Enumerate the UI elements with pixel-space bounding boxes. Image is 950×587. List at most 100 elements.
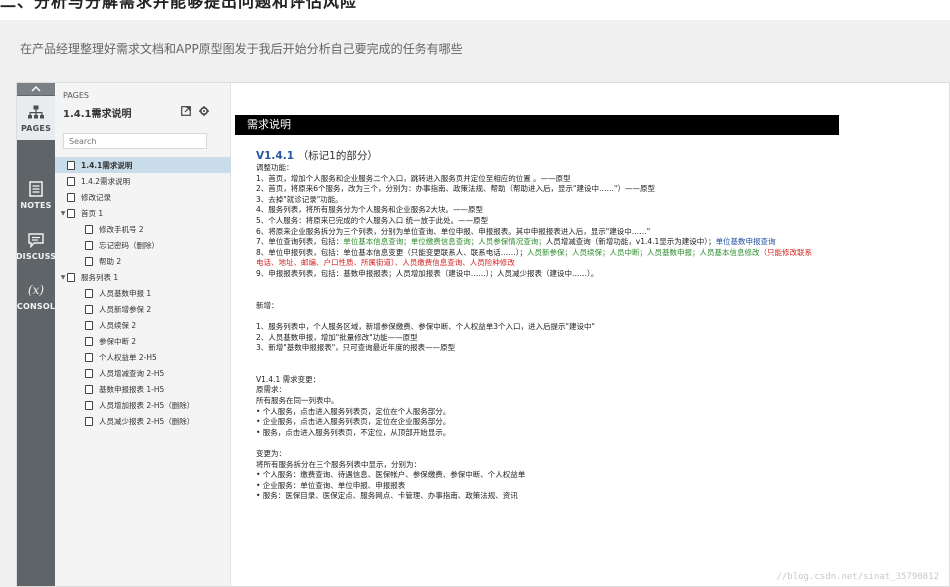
page-tree-item[interactable]: 参保中断 2 (55, 333, 231, 349)
pages-tab[interactable]: PAGES (17, 96, 55, 140)
discuss-tab[interactable]: DISCUSS (17, 224, 56, 268)
adjust-line: 5、个人服务：将原来已完成的个人服务入口 统一放于此处。——原型 (256, 215, 489, 225)
requirements-document: V1.4.1 （标记1的部分） 调整功能： 1、首页，增加个人服务和企业服务二个… (256, 149, 816, 502)
adjust-line: 4、服务列表，将所有服务分为个人服务和企业服务2大块。——原型 (256, 205, 484, 215)
left-icon-bar: PAGES NOTES DISCUSS (x) CONSOL (17, 83, 56, 586)
page-icon (85, 384, 93, 394)
watermark-text: //blog.csdn.net/sinat_35790812 (776, 572, 939, 582)
page-search-input[interactable] (63, 133, 207, 149)
change-line: • 个人服务，点击进入服务列表页，定位在个人服务部分。 (256, 406, 451, 416)
adjust-line: 2、首页，将原来6个服务，改为三个，分别为：办事指南、政策法规、帮助（帮助进入后… (256, 184, 655, 194)
change-line: 所有服务在同一列表中。 (256, 396, 339, 406)
chevron-up-icon[interactable] (17, 83, 55, 95)
change-line: • 企业服务，点击进入服务列表页，定位在企业服务部分。 (256, 417, 451, 427)
page-tree-label: 人员减少报表 2-H5（删除） (99, 416, 195, 426)
notes-icon (27, 180, 45, 198)
page-tree-item[interactable]: 人员续保 2 (55, 317, 231, 333)
adjust-line: 9、申报报表列表，包括：基数申报报表；人员增加报表（建设中……）；人员减少报表（… (256, 268, 599, 278)
page-tree-label: 人员基数申报 1 (99, 288, 152, 298)
adjust-line: 6、将原来企业服务拆分为三个列表，分别为单位查询、单位申报、申报报表。其中申报报… (256, 226, 651, 236)
page-tree-item[interactable]: 人员增减查询 2-H5 (55, 365, 231, 381)
page-icon (85, 336, 93, 346)
page-tree-item[interactable]: 1.4.2需求说明 (55, 173, 231, 189)
page-icon (85, 256, 93, 266)
sitemap-icon (27, 103, 45, 121)
settings-icon[interactable] (199, 106, 209, 116)
new-line: 2、人员基数申报，增加"批量修改"功能——原型 (256, 332, 418, 342)
current-page-title: 1.4.1需求说明 (63, 109, 132, 120)
page-icon (85, 240, 93, 250)
pages-sidebar: PAGES 1.4.1需求说明 Search 1.4.1需求说明 1.4.2需求… (55, 83, 231, 586)
change-line: • 个人服务：缴费查询、待遇信息、医保帐户、参保缴费、参保中断、个人权益单 (256, 470, 526, 480)
page-tree-label: 1.4.1需求说明 (81, 160, 133, 170)
page-tree-label: 个人权益单 2-H5 (99, 352, 157, 362)
page-tree-label: 忘记密码（删除） (99, 240, 159, 250)
page-tree-item[interactable]: 人员基数申报 1 (55, 285, 231, 301)
page-tree-item[interactable]: 忘记密码（删除） (55, 237, 231, 253)
page-tree-label: 人员续保 2 (99, 320, 137, 330)
page-content: 需求说明 V1.4.1 （标记1的部分） 调整功能： 1、首页，增加个人服务和企… (232, 83, 949, 586)
version-heading: V1.4.1 （标记1的部分） (256, 150, 378, 162)
page-icon (67, 192, 75, 202)
change-line: 将所有服务拆分在三个服务列表中显示，分别为： (256, 459, 421, 469)
new-line: 3、新增"基数申报报表"，只可查询最近年度的报表——原型 (256, 343, 456, 353)
page-icon (67, 272, 75, 282)
page-tree-item[interactable]: 个人权益单 2-H5 (55, 349, 231, 365)
page-tree: 1.4.1需求说明 1.4.2需求说明 修改记录 ▼ 首页 1 修改手机号 2 忘记密码（删… (55, 157, 231, 429)
page-icon (85, 224, 93, 234)
change-line: • 服务，点击进入服务列表页，不定位，从顶部开始显示。 (256, 427, 451, 437)
page-tree-item[interactable]: 人员增加报表 2-H5（删除） (55, 397, 231, 413)
page-icon (67, 208, 75, 218)
page-icon (67, 160, 75, 170)
page-tree-item[interactable]: 人员新增参保 2 (55, 301, 231, 317)
page-tree-label: 人员增加报表 2-H5（删除） (99, 400, 195, 410)
page-tree-item[interactable]: 人员减少报表 2-H5（删除） (55, 413, 231, 429)
sidebar-tools (181, 106, 209, 116)
axure-prototype-window: PAGES NOTES DISCUSS (x) CONSOL PAGES 1.4… (16, 82, 950, 587)
change-line: 变更为： (256, 449, 286, 459)
screenshot-page: 二、分析与分解需求并能够提出问题和评估风险 在产品经理整理好需求文档和APP原型… (0, 0, 950, 587)
adjust-line: 3、去掉"就诊记录"功能。 (256, 194, 343, 204)
change-line: 原需求： (256, 385, 286, 395)
sidebar-label: PAGES (63, 91, 89, 100)
change-line: • 企业服务：单位查询、单位申报、申报报表 (256, 480, 406, 490)
page-tree-item[interactable]: ▼ 服务列表 1 (55, 269, 231, 285)
notes-tab[interactable]: NOTES (17, 173, 55, 217)
page-tree-item[interactable]: ▼ 首页 1 (55, 205, 231, 221)
function-icon: (x) (27, 283, 45, 297)
new-line: 1、服务列表中，个人服务区域，新增参保缴费、参保中断、个人权益单3个入口，进入后… (256, 321, 595, 331)
expand-arrow-icon[interactable]: ▼ (59, 210, 67, 217)
page-icon (85, 304, 93, 314)
page-tree-label: 人员新增参保 2 (99, 304, 152, 314)
expand-arrow-icon[interactable]: ▼ (59, 274, 67, 281)
page-icon (67, 176, 75, 186)
page-tree-item[interactable]: 修改手机号 2 (55, 221, 231, 237)
page-icon (85, 400, 93, 410)
page-tree-label: 基数申报报表 1-H5 (99, 384, 165, 394)
new-title: 新增： (256, 300, 279, 310)
page-icon (85, 416, 93, 426)
article-heading: 二、分析与分解需求并能够提出问题和评估风险 (0, 0, 358, 11)
change-title: V1.4.1 需求变更： (256, 374, 321, 384)
page-tree-item[interactable]: 修改记录 (55, 189, 231, 205)
page-tree-item[interactable]: 帮助 2 (55, 253, 231, 269)
page-tree-label: 参保中断 2 (99, 336, 137, 346)
change-line: • 服务：医保目录、医保定点、服务网点、卡管理、办事指南、政策法规、资讯 (256, 491, 518, 501)
adjust-line-8: 8、单位申报列表，包括：单位基本信息变更（只能变更联系人、联系电话……）；人员新… (256, 247, 813, 268)
console-tab[interactable]: (x) CONSOL (17, 274, 55, 318)
page-tree-label: 服务列表 1 (81, 272, 119, 282)
page-tree-label: 修改记录 (81, 192, 111, 202)
adjust-line-7: 7、单位查询列表，包括：单位基本信息查询；单位缴费信息查询；人员参保情况查询；人… (256, 237, 776, 247)
page-tree-item[interactable]: 1.4.1需求说明 (55, 157, 231, 173)
open-page-icon[interactable] (181, 106, 191, 116)
adjust-title: 调整功能： (256, 163, 294, 172)
image-caption: 在产品经理整理好需求文档和APP原型图发于我后开始分析自己要完成的任务有哪些 (20, 42, 463, 56)
page-tree-label: 首页 1 (81, 208, 104, 218)
page-tree-label: 帮助 2 (99, 256, 122, 266)
page-tree-label: 人员增减查询 2-H5 (99, 368, 165, 378)
page-icon (85, 320, 93, 330)
article-heading-strip: 二、分析与分解需求并能够提出问题和评估风险 (0, 0, 950, 20)
page-tree-label: 1.4.2需求说明 (81, 176, 131, 186)
page-icon (85, 288, 93, 298)
page-tree-item[interactable]: 基数申报报表 1-H5 (55, 381, 231, 397)
